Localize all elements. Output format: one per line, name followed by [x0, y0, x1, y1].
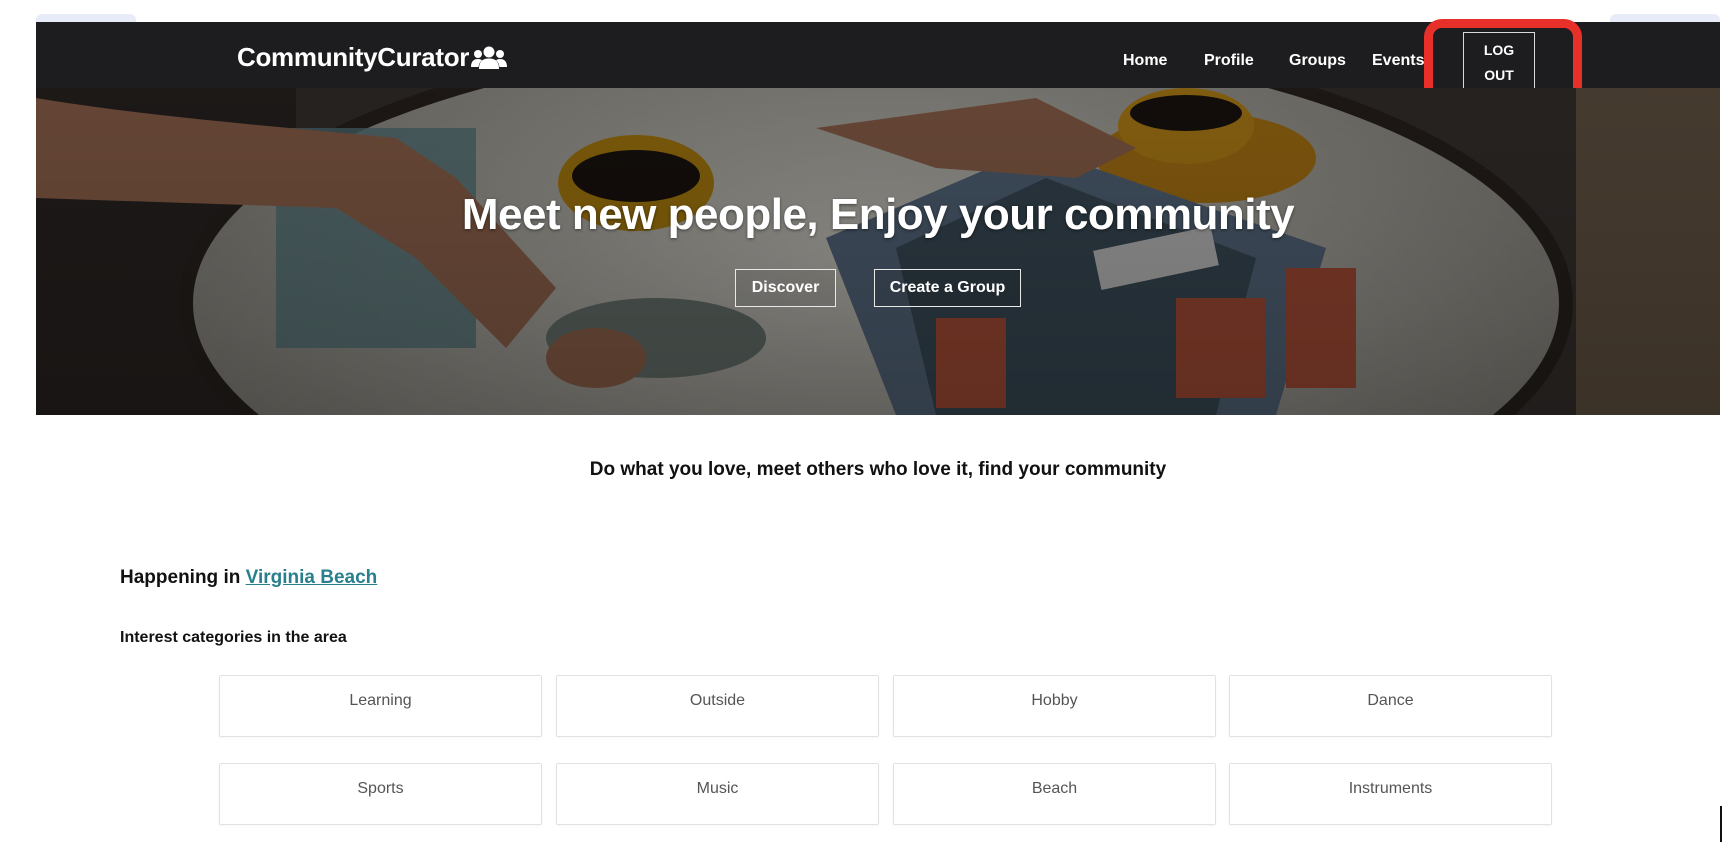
category-card-outside[interactable]: Outside: [556, 675, 879, 737]
tagline: Do what you love, meet others who love i…: [589, 459, 1167, 480]
hero-title: Meet new people, Enjoy your community: [461, 190, 1295, 239]
category-card-dance[interactable]: Dance: [1229, 675, 1552, 737]
category-card-hobby[interactable]: Hobby: [893, 675, 1216, 737]
location-heading: Happening in Virginia Beach: [120, 567, 377, 589]
category-card-sports[interactable]: Sports: [219, 763, 542, 825]
text-cursor: [1720, 806, 1722, 842]
city-link[interactable]: Virginia Beach: [246, 567, 378, 588]
nav-groups-link[interactable]: Groups: [1289, 52, 1346, 70]
nav-events-link[interactable]: Events: [1372, 52, 1424, 70]
browser-tab-right: [1610, 14, 1720, 22]
nav-profile-link[interactable]: Profile: [1204, 52, 1254, 70]
browser-tab-left: [36, 14, 136, 22]
brand-name: CommunityCurator: [237, 42, 470, 72]
navbar: CommunityCurator Home Profile Groups Eve…: [36, 22, 1720, 94]
nav-home-link[interactable]: Home: [1123, 52, 1167, 70]
logout-label-line1: LOG: [1483, 42, 1515, 58]
categories-heading: Interest categories in the area: [120, 629, 347, 646]
users-icon: [471, 46, 508, 69]
discover-button[interactable]: Discover: [735, 269, 836, 307]
hero-background-image: [36, 88, 1720, 415]
category-card-instruments[interactable]: Instruments: [1229, 763, 1552, 825]
category-card-learning[interactable]: Learning: [219, 675, 542, 737]
brand-logo[interactable]: CommunityCurator: [237, 42, 508, 73]
create-group-button[interactable]: Create a Group: [874, 269, 1021, 307]
location-prefix: Happening in: [120, 567, 241, 588]
category-card-music[interactable]: Music: [556, 763, 879, 825]
category-card-beach[interactable]: Beach: [893, 763, 1216, 825]
logout-button[interactable]: LOG OUT: [1463, 32, 1535, 94]
logout-label-line2: OUT: [1484, 67, 1514, 83]
hero-banner: Meet new people, Enjoy your community Di…: [36, 88, 1720, 415]
